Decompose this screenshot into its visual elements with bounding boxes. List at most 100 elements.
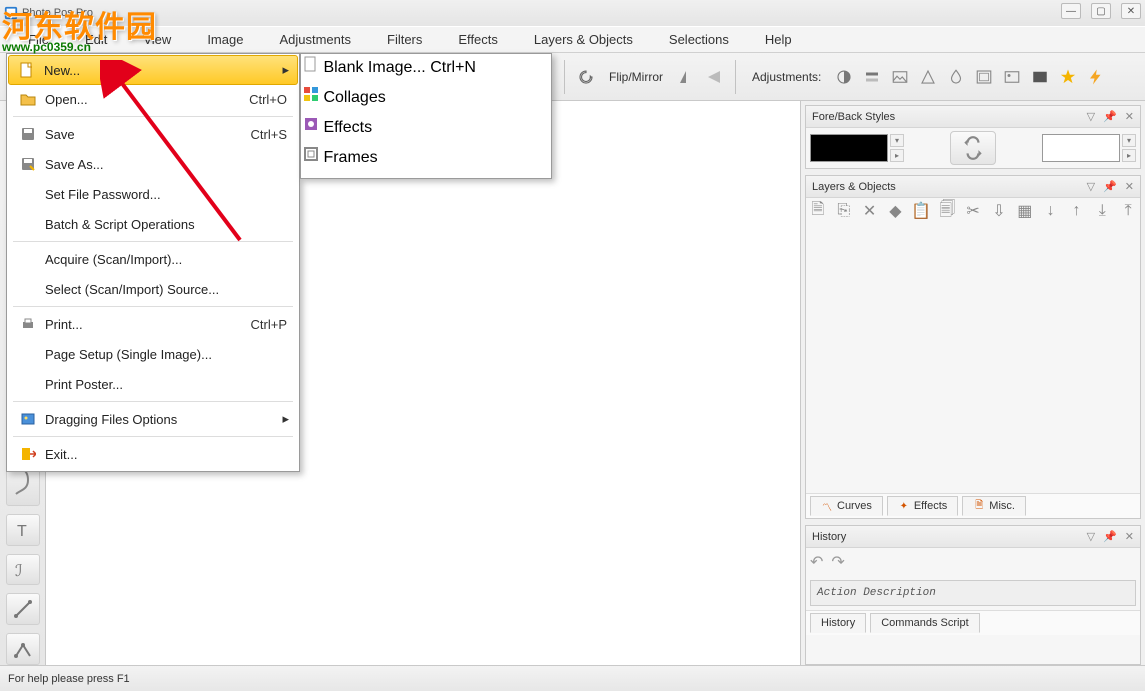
swap-colors-button[interactable] (950, 131, 996, 165)
submenu-item-blank-label: Blank Image... (323, 59, 425, 76)
back-dropdown-icon[interactable]: ▾ (1122, 134, 1136, 147)
menu-help[interactable]: Help (747, 27, 810, 52)
misc-icon: 🗎 (973, 500, 985, 512)
adj-image-icon[interactable] (1001, 66, 1023, 88)
menu-edit[interactable]: Edit (67, 27, 125, 52)
tab-curves[interactable]: 〽Curves (810, 496, 883, 516)
panel-pin-icon[interactable]: 📌 (1103, 530, 1117, 543)
menu-view[interactable]: View (125, 27, 189, 52)
minimize-button[interactable]: — (1061, 3, 1081, 19)
menu-file[interactable]: File (10, 27, 67, 52)
foreground-swatch[interactable] (810, 134, 888, 162)
flip-mirror-label: Flip/Mirror (609, 70, 663, 84)
menu-item-select-source[interactable]: Select (Scan/Import) Source... (9, 274, 297, 304)
layer-group-icon[interactable]: ▦ (1015, 202, 1035, 220)
adj-bolt-icon[interactable] (1085, 66, 1107, 88)
svg-text:T: T (17, 523, 27, 540)
panel-foreback-header[interactable]: Fore/Back Styles ▽ 📌 ✕ (806, 106, 1140, 128)
adj-contrast-icon[interactable] (833, 66, 855, 88)
background-swatch[interactable] (1042, 134, 1120, 162)
layer-merge-icon[interactable]: ⇩ (989, 202, 1009, 220)
layer-info-icon[interactable]: ◆ (886, 202, 906, 220)
adj-dark-icon[interactable] (1029, 66, 1051, 88)
menu-item-select-source-label: Select (Scan/Import) Source... (45, 282, 219, 297)
menu-item-save-as[interactable]: Save As... (9, 149, 297, 179)
panel-foreback-title: Fore/Back Styles (812, 111, 895, 123)
tool-text[interactable]: T (6, 514, 40, 546)
tool-script[interactable]: ℐ (6, 554, 40, 586)
tool-line[interactable] (6, 593, 40, 625)
source-icon (17, 280, 39, 298)
menu-item-exit[interactable]: Exit... (9, 439, 297, 469)
panel-collapse-icon[interactable]: ▽ (1087, 180, 1095, 193)
submenu-item-frames[interactable]: Frames (303, 146, 549, 176)
layer-top-icon[interactable]: ⤒ (1118, 202, 1138, 220)
menu-adjustments[interactable]: Adjustments (261, 27, 369, 52)
flip-h-icon[interactable] (675, 66, 697, 88)
tool-path[interactable] (6, 633, 40, 665)
menu-item-print-poster[interactable]: Print Poster... (9, 369, 297, 399)
adj-star-icon[interactable] (1057, 66, 1079, 88)
adj-levels-icon[interactable] (861, 66, 883, 88)
menu-effects[interactable]: Effects (440, 27, 516, 52)
flip-icon[interactable] (575, 66, 597, 88)
toolbar-separator (735, 60, 736, 94)
back-opts-icon[interactable]: ▸ (1122, 149, 1136, 162)
layer-copy-icon[interactable]: ⎘ (834, 202, 854, 220)
menu-filters[interactable]: Filters (369, 27, 440, 52)
layer-paste-icon[interactable]: 📋 (911, 202, 931, 220)
layer-new-icon[interactable]: 🗎 (808, 202, 828, 220)
panel-close-icon[interactable]: ✕ (1125, 180, 1134, 193)
adj-frame-icon[interactable] (973, 66, 995, 88)
panel-collapse-icon[interactable]: ▽ (1087, 530, 1095, 543)
close-button[interactable]: ✕ (1121, 3, 1141, 19)
status-text: For help please press F1 (8, 673, 130, 685)
menu-item-print[interactable]: Print... Ctrl+P (9, 309, 297, 339)
panel-pin-icon[interactable]: 📌 (1103, 180, 1117, 193)
layer-up-icon[interactable]: ↑ (1067, 202, 1087, 220)
layer-dup-icon[interactable]: 🗐 (937, 202, 957, 220)
adj-cone-icon[interactable] (917, 66, 939, 88)
submenu-item-blank[interactable]: Blank Image... Ctrl+N (303, 56, 549, 86)
menu-item-new[interactable]: New... ▸ (8, 55, 298, 85)
frames-icon (303, 149, 319, 166)
history-redo-icon[interactable]: ↷ (831, 552, 844, 572)
maximize-button[interactable]: ▢ (1091, 3, 1111, 19)
panel-close-icon[interactable]: ✕ (1125, 110, 1134, 123)
panel-collapse-icon[interactable]: ▽ (1087, 110, 1095, 123)
fore-opts-icon[interactable]: ▸ (890, 149, 904, 162)
tab-effects[interactable]: ✦Effects (887, 496, 958, 516)
tab-commands-script[interactable]: Commands Script (870, 613, 979, 633)
collages-icon (303, 89, 319, 106)
menu-item-batch[interactable]: Batch & Script Operations (9, 209, 297, 239)
menu-separator (13, 306, 293, 307)
menu-item-dragging-options[interactable]: Dragging Files Options ▸ (9, 404, 297, 434)
panel-layers-header[interactable]: Layers & Objects ▽ 📌 ✕ (806, 176, 1140, 198)
tab-misc[interactable]: 🗎Misc. (962, 496, 1026, 516)
tab-history[interactable]: History (810, 613, 866, 633)
panel-close-icon[interactable]: ✕ (1125, 530, 1134, 543)
menu-item-open[interactable]: Open... Ctrl+O (9, 84, 297, 114)
layer-cut-icon[interactable]: ✂ (963, 202, 983, 220)
adj-drop-icon[interactable] (945, 66, 967, 88)
panel-history-header[interactable]: History ▽ 📌 ✕ (806, 526, 1140, 548)
menu-image[interactable]: Image (189, 27, 261, 52)
menu-item-save[interactable]: Save Ctrl+S (9, 119, 297, 149)
menu-layers-objects[interactable]: Layers & Objects (516, 27, 651, 52)
adj-picture-icon[interactable] (889, 66, 911, 88)
layer-bottom-icon[interactable]: ⤓ (1092, 202, 1112, 220)
layer-delete-icon[interactable]: ✕ (860, 202, 880, 220)
panel-pin-icon[interactable]: 📌 (1103, 110, 1117, 123)
menu-item-acquire[interactable]: Acquire (Scan/Import)... (9, 244, 297, 274)
flip-v-icon[interactable] (703, 66, 725, 88)
submenu-item-collages[interactable]: Collages (303, 86, 549, 116)
fore-dropdown-icon[interactable]: ▾ (890, 134, 904, 147)
menu-item-page-setup[interactable]: Page Setup (Single Image)... (9, 339, 297, 369)
history-undo-icon[interactable]: ↶ (810, 552, 823, 572)
layer-down-icon[interactable]: ↓ (1041, 202, 1061, 220)
save-shortcut: Ctrl+S (251, 127, 287, 142)
submenu-item-effects[interactable]: Effects (303, 116, 549, 146)
panel-layers: Layers & Objects ▽ 📌 ✕ 🗎 ⎘ ✕ ◆ 📋 🗐 ✂ ⇩ ▦… (805, 175, 1141, 519)
menu-selections[interactable]: Selections (651, 27, 747, 52)
menu-item-set-password[interactable]: Set File Password... (9, 179, 297, 209)
